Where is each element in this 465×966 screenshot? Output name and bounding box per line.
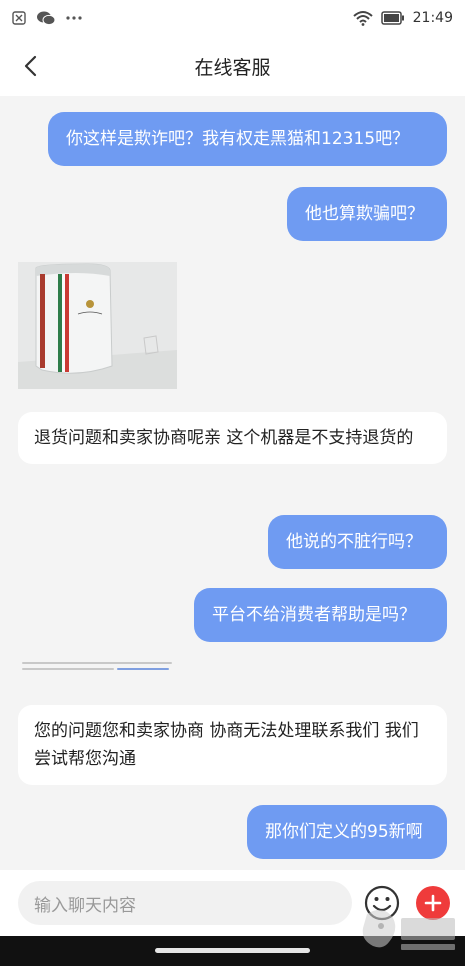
message-outgoing[interactable]: 他也算欺骗吧？ — [287, 187, 447, 241]
more-dots-icon — [66, 15, 82, 21]
chevron-left-icon — [24, 55, 37, 77]
system-notice-lines — [22, 662, 172, 670]
wechat-icon — [36, 10, 56, 26]
message-image[interactable] — [18, 262, 177, 389]
message-outgoing[interactable]: 平台不给消费者帮助是吗？ — [194, 588, 447, 642]
message-outgoing[interactable]: 那你们定义的95新啊 — [247, 805, 447, 859]
status-bar: 21:49 — [0, 0, 465, 36]
system-nav-bar — [0, 936, 465, 966]
message-text: 您的问题您和卖家协商 协商无法处理联系我们 我们尝试帮您沟通 — [34, 721, 419, 769]
chat-input-bar: 输入聊天内容 — [0, 870, 465, 936]
page-title: 在线客服 — [194, 56, 271, 79]
plus-button[interactable] — [416, 886, 450, 920]
emoji-button[interactable] — [364, 885, 400, 921]
message-incoming[interactable]: 您的问题您和卖家协商 协商无法处理联系我们 我们尝试帮您沟通 — [18, 705, 447, 785]
message-text: 他说的不脏行吗？ — [286, 532, 422, 552]
message-text: 平台不给消费者帮助是吗？ — [212, 605, 416, 625]
plus-icon — [424, 894, 442, 912]
system-notice-text — [22, 661, 182, 676]
chat-input-placeholder: 输入聊天内容 — [34, 895, 136, 916]
phone-photo — [18, 262, 177, 389]
header: 在线客服 — [0, 36, 465, 96]
message-outgoing[interactable]: 你这样是欺诈吧？我有权走黑猫和12315吧？ — [48, 112, 447, 166]
message-text: 那你们定义的95新啊 — [265, 822, 423, 842]
message-outgoing[interactable]: 他说的不脏行吗？ — [268, 515, 447, 569]
chat-message-list[interactable]: 你这样是欺诈吧？我有权走黑猫和12315吧？ 他也算欺骗吧？ 退货问题和卖家协商… — [0, 96, 465, 870]
emoji-icon — [364, 885, 400, 921]
message-text: 你这样是欺诈吧？我有权走黑猫和12315吧？ — [66, 129, 410, 149]
wifi-icon — [352, 10, 373, 26]
message-text: 退货问题和卖家协商呢亲 这个机器是不支持退货的 — [34, 428, 414, 448]
back-button[interactable] — [14, 50, 46, 82]
battery-icon — [380, 11, 405, 25]
chat-input[interactable]: 输入聊天内容 — [18, 881, 352, 925]
status-time: 21:49 — [412, 10, 453, 26]
message-text: 他也算欺骗吧？ — [305, 204, 424, 224]
message-incoming[interactable]: 退货问题和卖家协商呢亲 这个机器是不支持退货的 — [18, 412, 447, 464]
home-indicator[interactable] — [155, 948, 310, 953]
close-box-icon — [12, 11, 26, 25]
